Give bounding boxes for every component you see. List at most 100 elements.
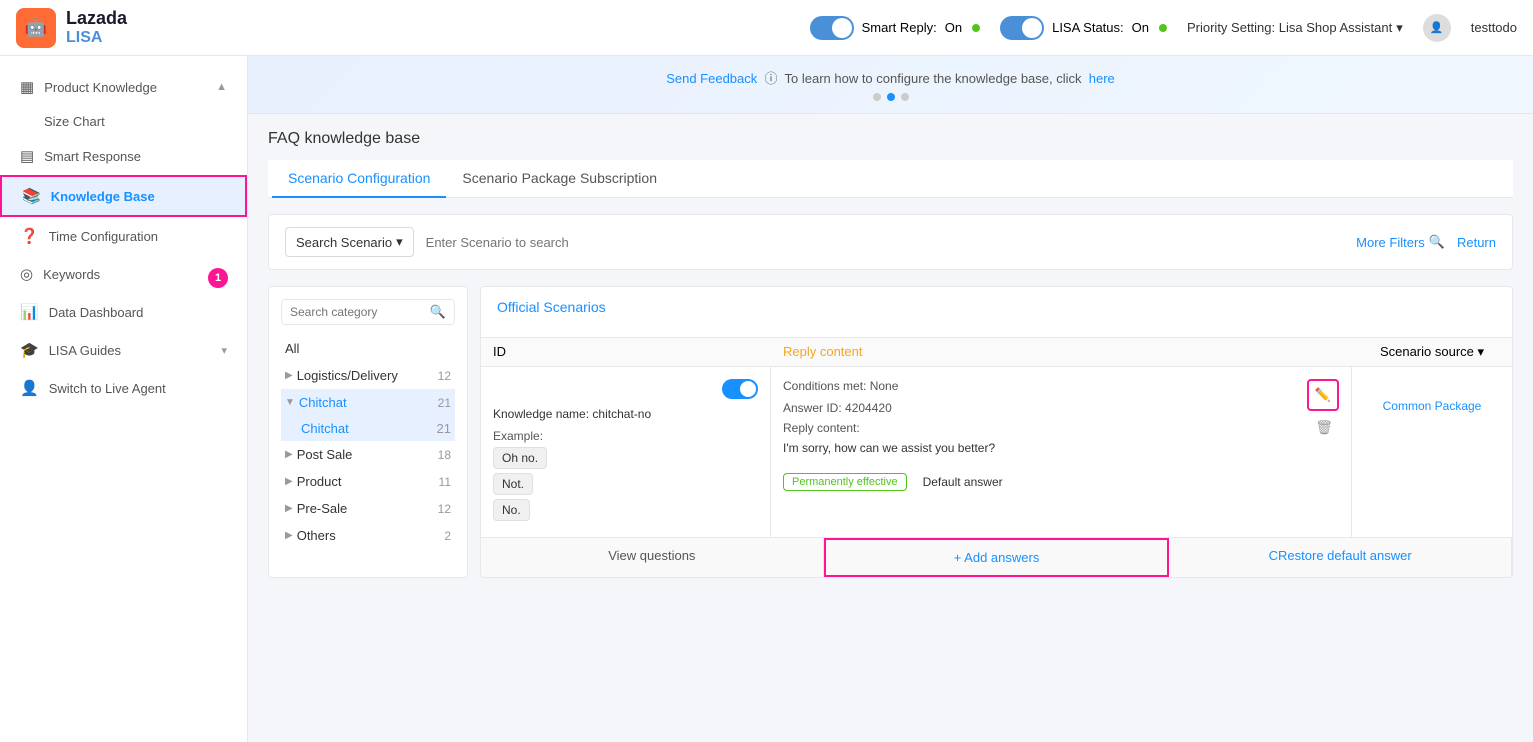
more-filters-button[interactable]: More Filters 🔍 <box>1356 234 1445 250</box>
avatar: 👤 <box>1423 14 1451 42</box>
arrow-right-icon: ▶ <box>285 503 293 514</box>
category-chitchat-sub[interactable]: Chitchat 21 <box>281 416 455 441</box>
col-header-reply: Reply content <box>771 344 1352 360</box>
main-layout: ▦ Product Knowledge ▲ Size Chart ▤ Smart… <box>0 56 1533 742</box>
top-header: 🤖 Lazada LISA Smart Reply: On LISA Statu… <box>0 0 1533 56</box>
lisa-guides-icon: 🎓 <box>20 341 39 359</box>
sidebar-item-time-configuration[interactable]: ❓ Time Configuration <box>0 217 247 255</box>
edit-button[interactable]: ✏️ <box>1307 379 1339 411</box>
chevron-down-icon: ▾ <box>396 234 403 250</box>
column-source: Common Package <box>1352 367 1512 537</box>
category-search-input[interactable] <box>290 305 430 319</box>
effectiveness-row: Permanently effective Default answer <box>783 465 1339 491</box>
banner-text: Send Feedback ⓘ To learn how to configur… <box>268 68 1513 87</box>
sidebar-item-data-dashboard[interactable]: 📊 Data Dashboard <box>0 293 247 331</box>
page-tabs: Scenario Configuration Scenario Package … <box>268 160 1513 198</box>
sidebar-badge-1: 1 <box>208 268 228 288</box>
return-button[interactable]: Return <box>1457 235 1496 250</box>
arrow-right-icon: ▶ <box>285 530 293 541</box>
live-agent-icon: 👤 <box>20 379 39 397</box>
lisa-status-label: LISA Status: <box>1052 20 1124 35</box>
header-controls: Smart Reply: On LISA Status: On Priority… <box>810 14 1517 42</box>
send-feedback-link[interactable]: Send Feedback <box>666 71 757 86</box>
id-toggle[interactable] <box>722 379 758 399</box>
smart-reply-dot <box>972 24 980 32</box>
page-title: FAQ knowledge base <box>268 130 1513 148</box>
search-icon: 🔍 <box>1429 234 1445 250</box>
logo-icon: 🤖 <box>16 8 56 48</box>
smart-reply-toggle[interactable] <box>810 16 854 40</box>
dot-3 <box>901 93 909 101</box>
smart-response-icon: ▤ <box>20 147 34 165</box>
category-chitchat[interactable]: ▼ Chitchat 21 <box>281 389 455 416</box>
sidebar-item-size-chart[interactable]: Size Chart <box>0 106 247 137</box>
search-icon: 🔍 <box>430 304 446 320</box>
username: testtodo <box>1471 20 1517 35</box>
category-post-sale[interactable]: ▶ Post Sale 18 <box>281 441 455 468</box>
sidebar-item-knowledge-base[interactable]: 📚 Knowledge Base <box>0 175 247 217</box>
logo-text: Lazada LISA <box>66 8 127 47</box>
category-all[interactable]: All <box>281 335 455 362</box>
default-answer-label: Default answer <box>923 475 1003 489</box>
category-others[interactable]: ▶ Others 2 <box>281 522 455 549</box>
knowledge-base-icon: 📚 <box>22 187 41 205</box>
smart-reply-label: Smart Reply: <box>862 20 937 35</box>
banner: Send Feedback ⓘ To learn how to configur… <box>248 56 1533 114</box>
example-chip-1: Oh no. <box>493 447 547 469</box>
tab-scenario-configuration[interactable]: Scenario Configuration <box>272 160 446 198</box>
sidebar-item-switch-live-agent[interactable]: 👤 Switch to Live Agent <box>0 369 247 407</box>
category-logistics[interactable]: ▶ Logistics/Delivery 12 <box>281 362 455 389</box>
tab-scenario-package-subscription[interactable]: Scenario Package Subscription <box>446 160 673 198</box>
chevron-icon: ▲ <box>216 81 227 93</box>
arrow-right-icon: ▶ <box>285 476 293 487</box>
reply-content-label: Reply content: <box>783 421 1339 435</box>
product-knowledge-icon: ▦ <box>20 78 34 96</box>
sidebar-item-smart-response[interactable]: ▤ Smart Response <box>0 137 247 175</box>
dot-1 <box>873 93 881 101</box>
scenario-header: Official Scenarios <box>481 287 1512 338</box>
answer-id: Answer ID: 4204420 <box>783 401 1339 415</box>
smart-reply-status: On <box>945 20 962 35</box>
sidebar-item-lisa-guides[interactable]: 🎓 LISA Guides ▾ <box>0 331 247 369</box>
content-area: Send Feedback ⓘ To learn how to configur… <box>248 56 1533 742</box>
time-config-icon: ❓ <box>20 227 39 245</box>
sidebar-item-product-knowledge[interactable]: ▦ Product Knowledge ▲ <box>0 68 247 106</box>
column-id: Knowledge name: chitchat-no Example: Oh … <box>481 367 771 537</box>
logo-area: 🤖 Lazada LISA <box>16 8 127 48</box>
search-input[interactable] <box>426 235 1345 250</box>
main-panel: 🔍 All ▶ Logistics/Delivery 12 ▼ Chitchat… <box>268 286 1513 578</box>
banner-dots <box>268 93 1513 101</box>
category-pre-sale[interactable]: ▶ Pre-Sale 12 <box>281 495 455 522</box>
official-scenarios-tab[interactable]: Official Scenarios <box>497 299 606 325</box>
category-search[interactable]: 🔍 <box>281 299 455 325</box>
smart-reply-toggle-group: Smart Reply: On <box>810 16 980 40</box>
sidebar: ▦ Product Knowledge ▲ Size Chart ▤ Smart… <box>0 56 248 742</box>
column-reply: ✏️ 🗑 Conditions met: None Answer ID: 420… <box>771 367 1352 537</box>
keywords-icon: ◎ <box>20 265 33 283</box>
scenario-content-row: Knowledge name: chitchat-no Example: Oh … <box>481 367 1512 537</box>
arrow-down-icon: ▼ <box>285 397 295 408</box>
category-panel: 🔍 All ▶ Logistics/Delivery 12 ▼ Chitchat… <box>268 286 468 578</box>
delete-icon[interactable]: 🗑 <box>1315 419 1333 436</box>
restore-default-button[interactable]: CRestore default answer <box>1169 538 1512 577</box>
example-chips: Oh no. Not. No. <box>493 447 758 525</box>
example-label: Example: <box>493 429 758 443</box>
arrow-right-icon: ▶ <box>285 449 293 460</box>
table-header: ID Reply content Scenario source ▾ <box>481 338 1512 367</box>
bottom-bar: View questions + Add answers CRestore de… <box>481 537 1512 577</box>
add-answers-button[interactable]: + Add answers <box>824 538 1170 577</box>
search-scenario-button[interactable]: Search Scenario ▾ <box>285 227 414 257</box>
scenario-panel: Official Scenarios ID Reply content Scen… <box>480 286 1513 578</box>
arrow-right-icon: ▶ <box>285 370 293 381</box>
example-chip-2: Not. <box>493 473 533 495</box>
dot-2 <box>887 93 895 101</box>
lisa-status-toggle[interactable] <box>1000 16 1044 40</box>
here-link[interactable]: here <box>1089 71 1115 86</box>
search-bar: Search Scenario ▾ More Filters 🔍 Return <box>268 214 1513 270</box>
toggle-row <box>493 379 758 399</box>
knowledge-name: Knowledge name: chitchat-no <box>493 407 758 421</box>
view-questions-button[interactable]: View questions <box>481 538 824 577</box>
priority-setting-dropdown[interactable]: Priority Setting: Lisa Shop Assistant ▾ <box>1187 20 1403 36</box>
reply-content-text: I'm sorry, how can we assist you better? <box>783 439 1339 457</box>
category-product[interactable]: ▶ Product 11 <box>281 468 455 495</box>
